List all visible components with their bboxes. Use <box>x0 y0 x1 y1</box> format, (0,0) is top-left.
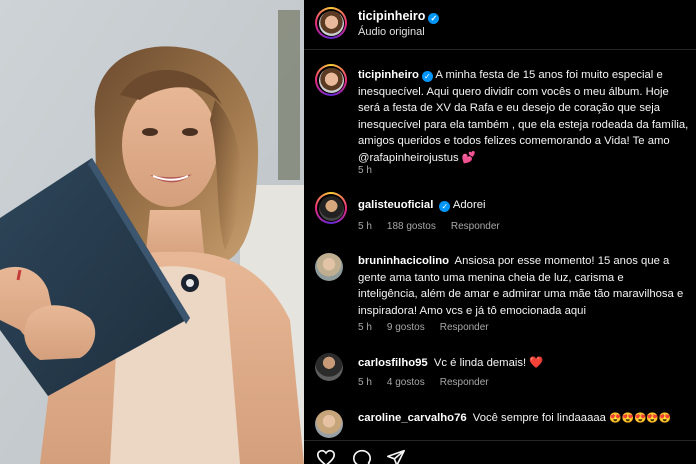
comment-body: bruninhacicolino Ansiosa por esse moment… <box>358 253 686 319</box>
comment-bubble-icon[interactable] <box>352 449 372 464</box>
post-details-panel: ticipinheiro ✓ Áudio original ticipinheir… <box>304 0 696 464</box>
commenter-avatar[interactable] <box>315 253 343 281</box>
commenter-avatar[interactable] <box>315 410 343 438</box>
caption-text: A minha festa de 15 anos foi muito espec… <box>358 69 689 164</box>
comment-likes[interactable]: 9 gostos <box>387 322 425 333</box>
comment-likes[interactable]: 4 gostos <box>387 377 425 388</box>
heart-outline-icon[interactable] <box>316 449 336 464</box>
verified-badge-icon: ✓ <box>428 13 440 24</box>
woman-holding-album-photo <box>0 0 304 464</box>
commenter-avatar[interactable] <box>315 192 347 224</box>
original-audio-link[interactable]: Áudio original <box>358 26 425 38</box>
comment-meta: 5 h 188 gostos Responder <box>358 221 500 232</box>
post-image[interactable] <box>0 0 304 464</box>
comment-likes[interactable]: 188 gostos <box>387 221 436 232</box>
caption-author-avatar[interactable] <box>315 64 347 96</box>
comment-body: galisteuoficial ✓ Adorei <box>358 197 686 214</box>
author-username[interactable]: ticipinheiro ✓ <box>358 9 440 24</box>
reply-button[interactable]: Responder <box>440 322 489 333</box>
comment-text: Você sempre foi lindaaaaa <box>472 412 606 424</box>
reply-button[interactable]: Responder <box>440 377 489 388</box>
paper-plane-icon[interactable] <box>386 449 406 464</box>
comment-body: caroline_carvalho76 Você sempre foi lind… <box>358 410 686 428</box>
comment-meta: 5 h 4 gostos Responder <box>358 377 489 388</box>
comment-timestamp[interactable]: 5 h <box>358 221 372 232</box>
comment-text: Vc é linda demais! <box>433 357 527 369</box>
caption-timestamp[interactable]: 5 h <box>358 165 372 176</box>
comment-username[interactable]: galisteuoficial <box>358 199 433 211</box>
comment-username[interactable]: carlosfilho95 <box>358 357 428 369</box>
verified-badge-icon: ✓ <box>421 71 433 82</box>
comment-timestamp[interactable]: 5 h <box>358 377 372 388</box>
comment-text: Adorei <box>452 199 486 211</box>
caption-username[interactable]: ticipinheiro <box>358 69 419 81</box>
verified-badge-icon: ✓ <box>439 201 451 212</box>
post-actions-bar <box>304 440 696 464</box>
two-hearts-emoji: 💕 <box>461 151 476 164</box>
post-header: ticipinheiro ✓ Áudio original <box>304 0 696 48</box>
heart-eyes-emoji: 😍😍😍😍😍 <box>609 413 672 424</box>
comment-username[interactable]: bruninhacicolino <box>358 255 449 267</box>
header-divider <box>304 49 696 50</box>
red-heart-emoji: ❤️ <box>529 357 544 369</box>
commenter-avatar[interactable] <box>315 353 343 381</box>
post-caption: ticipinheiro ✓ A minha festa de 15 anos f… <box>358 67 690 167</box>
reply-button[interactable]: Responder <box>451 221 500 232</box>
comment-timestamp[interactable]: 5 h <box>358 322 372 333</box>
author-avatar[interactable] <box>315 7 347 39</box>
comment-meta: 5 h 9 gostos Responder <box>358 322 489 333</box>
comment-body: carlosfilho95 Vc é linda demais! ❤️ <box>358 355 686 372</box>
comment-username[interactable]: caroline_carvalho76 <box>358 412 467 424</box>
